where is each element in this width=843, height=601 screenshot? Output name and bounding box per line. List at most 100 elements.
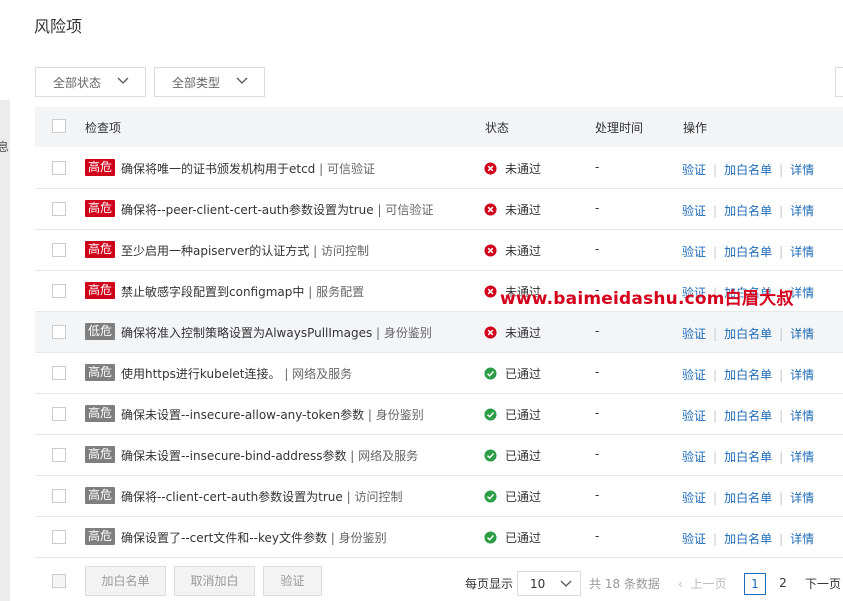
status-text: 未通过 bbox=[505, 203, 542, 217]
status-text: 未通过 bbox=[505, 162, 542, 176]
detail-link[interactable]: 详情 bbox=[790, 409, 814, 423]
detail-link[interactable]: 详情 bbox=[790, 163, 814, 177]
whitelist-link[interactable]: 加白名单 bbox=[724, 327, 772, 341]
check-item-category: 网络及服务 bbox=[358, 449, 419, 463]
row-checkbox[interactable] bbox=[52, 530, 66, 544]
select-all-checkbox[interactable] bbox=[52, 119, 66, 133]
process-time: - bbox=[595, 488, 600, 502]
bulk-verify-button[interactable]: 验证 bbox=[263, 566, 322, 596]
whitelist-link[interactable]: 加白名单 bbox=[724, 245, 772, 259]
status-cell: 已通过 bbox=[484, 406, 541, 423]
row-checkbox[interactable] bbox=[52, 325, 66, 339]
whitelist-link[interactable]: 加白名单 bbox=[724, 409, 772, 423]
verify-link[interactable]: 验证 bbox=[682, 450, 706, 464]
check-item-text: 确保未设置--insecure-bind-address参数 | 网络及服务 bbox=[121, 449, 419, 463]
check-item-name: 确保设置了--cert文件和--key文件参数 bbox=[121, 531, 327, 545]
footer-select-all-checkbox[interactable] bbox=[52, 574, 66, 588]
verify-link[interactable]: 验证 bbox=[682, 204, 706, 218]
verify-link[interactable]: 验证 bbox=[682, 491, 706, 505]
check-item-text: 确保设置了--cert文件和--key文件参数 | 身份鉴别 bbox=[121, 531, 387, 545]
bulk-cancel-whitelist-button[interactable]: 取消加白 bbox=[174, 566, 255, 596]
table-row: 高危 确保未设置--insecure-allow-any-token参数 | 身份… bbox=[35, 394, 843, 435]
check-item-name: 禁止敏感字段配置到configmap中 bbox=[121, 285, 305, 299]
whitelist-link[interactable]: 加白名单 bbox=[724, 491, 772, 505]
page-1-button[interactable]: 1 bbox=[744, 573, 766, 595]
check-item-category: 网络及服务 bbox=[292, 367, 353, 381]
pass-icon bbox=[484, 490, 497, 503]
whitelist-link[interactable]: 加白名单 bbox=[724, 163, 772, 177]
chevron-down-icon bbox=[560, 580, 572, 587]
fail-icon bbox=[484, 162, 497, 175]
verify-link[interactable]: 验证 bbox=[682, 532, 706, 546]
verify-link[interactable]: 验证 bbox=[682, 245, 706, 259]
status-text: 未通过 bbox=[505, 244, 542, 258]
verify-link[interactable]: 验证 bbox=[682, 368, 706, 382]
detail-link[interactable]: 详情 bbox=[790, 245, 814, 259]
pass-icon bbox=[484, 408, 497, 421]
check-item-text: 至少启用一种apiserver的认证方式 | 访问控制 bbox=[121, 244, 369, 258]
check-item-category: 访问控制 bbox=[354, 490, 403, 504]
check-item-category: 身份鉴别 bbox=[383, 326, 432, 340]
status-filter-dropdown[interactable]: 全部状态 bbox=[35, 67, 146, 97]
row-checkbox[interactable] bbox=[52, 407, 66, 421]
table-row: 高危 使用https进行kubelet连接。 | 网络及服务 已通过 - 验证 | 加白名单… bbox=[35, 353, 843, 394]
type-filter-dropdown[interactable]: 全部类型 bbox=[154, 67, 265, 97]
whitelist-link[interactable]: 加白名单 bbox=[724, 532, 772, 546]
row-checkbox[interactable] bbox=[52, 161, 66, 175]
row-actions: 验证 | 加白名单 | 详情 bbox=[682, 327, 815, 341]
row-actions: 验证 | 加白名单 | 详情 bbox=[682, 163, 815, 177]
table-row: 高危 至少启用一种apiserver的认证方式 | 访问控制 未通过 - 验证 | 加白名单… bbox=[35, 230, 843, 271]
row-checkbox[interactable] bbox=[52, 202, 66, 216]
row-checkbox[interactable] bbox=[52, 243, 66, 257]
search-input-edge[interactable] bbox=[835, 67, 843, 97]
side-fragment-text: 息 bbox=[0, 140, 10, 154]
table-row: 高危 确保未设置--insecure-bind-address参数 | 网络及服务… bbox=[35, 435, 843, 476]
severity-badge: 高危 bbox=[85, 405, 116, 422]
process-time: - bbox=[595, 529, 600, 543]
verify-link[interactable]: 验证 bbox=[682, 409, 706, 423]
process-time: - bbox=[595, 365, 600, 379]
detail-link[interactable]: 详情 bbox=[790, 450, 814, 464]
detail-link[interactable]: 详情 bbox=[790, 204, 814, 218]
status-text: 已通过 bbox=[505, 367, 542, 381]
whitelist-link[interactable]: 加白名单 bbox=[724, 450, 772, 464]
detail-link[interactable]: 详情 bbox=[790, 327, 814, 341]
row-checkbox[interactable] bbox=[52, 284, 66, 298]
status-cell: 已通过 bbox=[484, 488, 541, 505]
check-item-name: 确保将--peer-client-cert-auth参数设置为true bbox=[121, 203, 374, 217]
row-actions: 验证 | 加白名单 | 详情 bbox=[682, 204, 815, 218]
severity-badge: 高危 bbox=[85, 159, 116, 176]
detail-link[interactable]: 详情 bbox=[790, 491, 814, 505]
check-item-text: 确保将--peer-client-cert-auth参数设置为true | 可信… bbox=[121, 203, 434, 217]
fail-icon bbox=[484, 326, 497, 339]
prev-page-label: 上一页 bbox=[690, 577, 727, 591]
pass-icon bbox=[484, 531, 497, 544]
check-item-name: 至少启用一种apiserver的认证方式 bbox=[121, 244, 310, 258]
bulk-whitelist-button[interactable]: 加白名单 bbox=[85, 566, 166, 596]
status-text: 已通过 bbox=[505, 490, 542, 504]
page-2-button[interactable]: 2 bbox=[772, 573, 794, 595]
verify-link[interactable]: 验证 bbox=[682, 163, 706, 177]
check-item-text: 确保将--client-cert-auth参数设置为true | 访问控制 bbox=[121, 490, 403, 504]
next-page-button[interactable]: 下一页 bbox=[805, 575, 841, 592]
process-time: - bbox=[595, 324, 600, 338]
detail-link[interactable]: 详情 bbox=[790, 368, 814, 382]
row-checkbox[interactable] bbox=[52, 448, 66, 462]
status-cell: 已通过 bbox=[484, 529, 541, 546]
prev-page-button[interactable]: ‹ 上一页 bbox=[678, 575, 726, 592]
status-cell: 未通过 bbox=[484, 201, 541, 218]
process-time: - bbox=[595, 160, 600, 174]
row-checkbox[interactable] bbox=[52, 366, 66, 380]
header-time: 处理时间 bbox=[595, 121, 644, 135]
row-checkbox[interactable] bbox=[52, 489, 66, 503]
detail-link[interactable]: 详情 bbox=[790, 532, 814, 546]
whitelist-link[interactable]: 加白名单 bbox=[724, 368, 772, 382]
whitelist-link[interactable]: 加白名单 bbox=[724, 204, 772, 218]
status-cell: 未通过 bbox=[484, 242, 541, 259]
verify-link[interactable]: 验证 bbox=[682, 327, 706, 341]
check-item-category: 可信验证 bbox=[326, 162, 375, 176]
page-size-value: 10 bbox=[530, 577, 546, 591]
check-item-name: 确保未设置--insecure-allow-any-token参数 bbox=[121, 408, 365, 422]
page-size-select[interactable]: 10 bbox=[517, 571, 581, 596]
severity-badge: 高危 bbox=[85, 446, 116, 463]
